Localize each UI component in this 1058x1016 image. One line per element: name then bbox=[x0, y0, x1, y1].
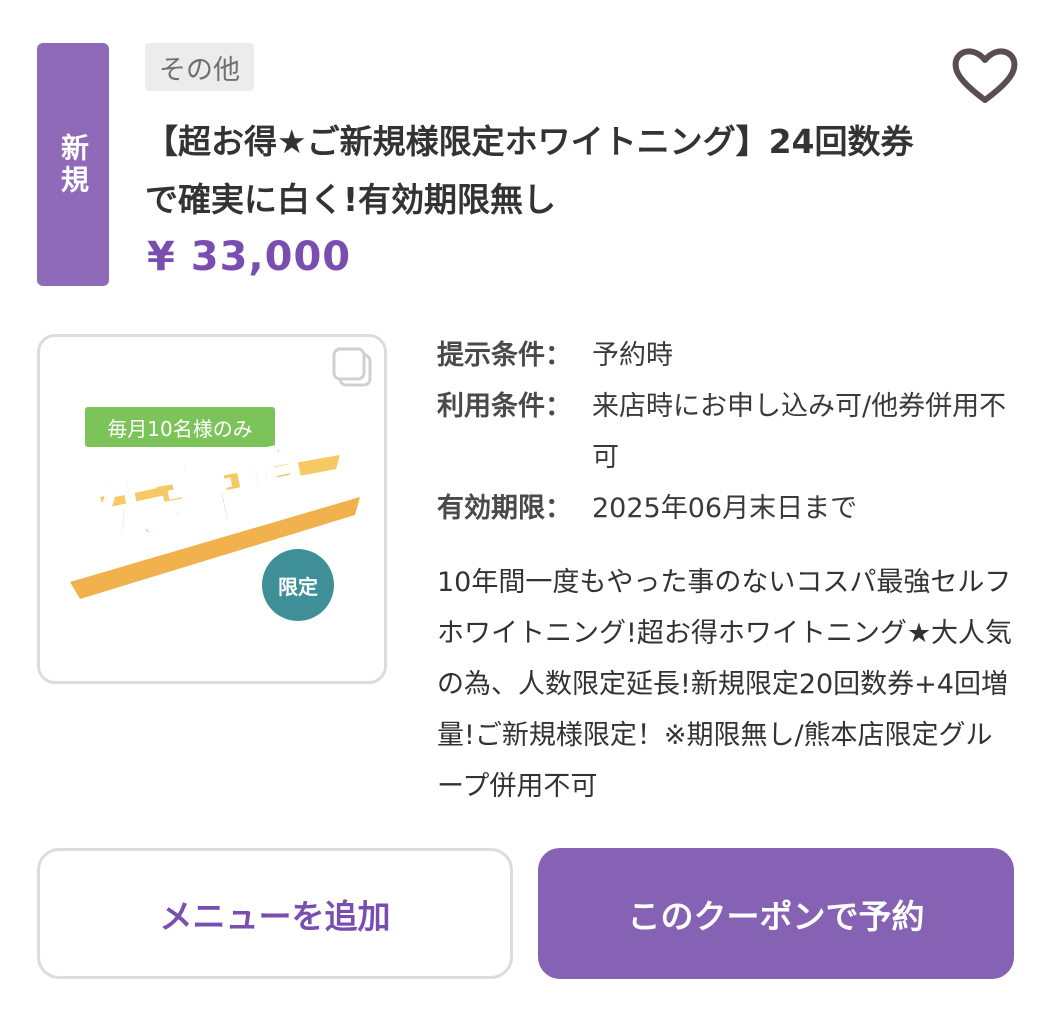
condition-label: 提示条件： bbox=[437, 340, 572, 371]
condition-row-usage: 利用条件： 来店時にお申し込み可/他券併用不可 bbox=[437, 381, 1027, 483]
limited-badge: 限定 bbox=[262, 549, 334, 621]
coupon-title: 【超お得★ご新規様限定ホワイトニング】24回数券で確実に白く!有効期限無し bbox=[145, 122, 914, 219]
new-badge-label: 新規 bbox=[57, 132, 90, 197]
category-tag: その他 bbox=[145, 43, 254, 91]
condition-row-expiry: 有効期限： 2025年06月末日まで bbox=[437, 483, 1027, 534]
heart-outline-icon bbox=[952, 48, 1018, 103]
coupon-description: 10年間一度もやった事のないコスパ最強セルフホワイトニング!超お得ホワイトニング… bbox=[437, 567, 1013, 802]
new-badge: 新規 bbox=[37, 43, 109, 286]
condition-value: 予約時 bbox=[592, 340, 673, 371]
reserve-coupon-button[interactable]: このクーポンで予約 bbox=[538, 848, 1014, 979]
condition-label: 利用条件： bbox=[437, 391, 572, 422]
condition-label: 有効期限： bbox=[437, 493, 572, 524]
condition-row-presentation: 提示条件： 予約時 bbox=[437, 330, 1027, 381]
coupon-image[interactable]: 毎月10名様のみ 先着順 限定 bbox=[37, 334, 387, 684]
condition-value: 来店時にお申し込み可/他券併用不可 bbox=[592, 391, 1007, 473]
coupon-conditions: 提示条件： 予約時 利用条件： 来店時にお申し込み可/他券併用不可 有効期限： … bbox=[437, 330, 1027, 534]
favorite-button[interactable] bbox=[950, 44, 1020, 106]
coupon-price: ¥ 33,000 bbox=[147, 234, 352, 280]
condition-value: 2025年06月末日まで bbox=[592, 493, 858, 524]
add-menu-button[interactable]: メニューを追加 bbox=[37, 848, 513, 979]
